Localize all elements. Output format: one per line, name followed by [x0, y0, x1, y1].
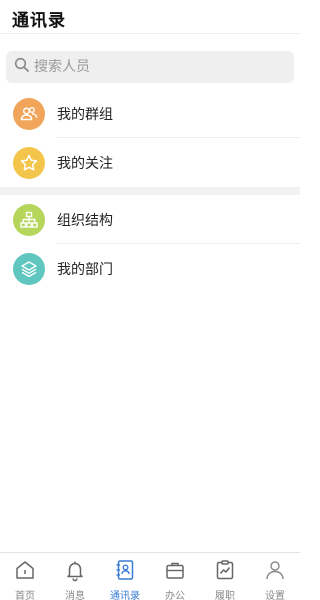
list-item-label: 我的群组 [57, 106, 113, 123]
search-input[interactable] [34, 59, 274, 75]
search-icon [14, 57, 30, 77]
tab-duty[interactable]: 履职 [200, 553, 250, 600]
section-separator [0, 187, 300, 195]
search-box[interactable] [6, 51, 294, 83]
contacts-icon [113, 558, 137, 586]
list-item-org-structure[interactable]: 组织结构 [0, 195, 300, 244]
list-item-label: 组织结构 [57, 212, 113, 229]
briefcase-icon [163, 558, 187, 586]
list-item-my-department[interactable]: 我的部门 [0, 244, 300, 293]
tab-label: 首页 [15, 591, 35, 600]
org-chart-icon [13, 203, 45, 236]
list-item-label: 我的部门 [57, 261, 113, 278]
bottom-tab-bar: 首页 消息 通讯录 办公 履职 设置 [0, 552, 300, 600]
layers-icon [13, 252, 45, 285]
tab-label: 设置 [265, 591, 285, 600]
tab-messages[interactable]: 消息 [50, 553, 100, 600]
list-item-my-groups[interactable]: 我的群组 [0, 89, 300, 138]
contact-list-group-2: 组织结构 我的部门 [0, 195, 300, 293]
page-title: 通讯录 [12, 11, 66, 31]
tab-home[interactable]: 首页 [0, 553, 50, 600]
tab-label: 消息 [65, 591, 85, 600]
bell-icon [63, 558, 87, 586]
star-icon [13, 146, 45, 179]
tab-settings[interactable]: 设置 [250, 553, 300, 600]
user-icon [263, 558, 287, 586]
clipboard-chart-icon [213, 558, 237, 586]
tab-label: 通讯录 [110, 591, 140, 600]
people-icon [13, 97, 45, 130]
list-item-my-follows[interactable]: 我的关注 [0, 138, 300, 187]
search-bar [0, 34, 300, 89]
tab-contacts[interactable]: 通讯录 [100, 553, 150, 600]
tab-office[interactable]: 办公 [150, 553, 200, 600]
list-item-label: 我的关注 [57, 155, 113, 172]
home-icon [13, 558, 37, 586]
tab-label: 办公 [165, 591, 185, 600]
contact-list-group-1: 我的群组 我的关注 [0, 89, 300, 187]
tab-label: 履职 [215, 591, 235, 600]
header: 通讯录 [0, 0, 300, 34]
